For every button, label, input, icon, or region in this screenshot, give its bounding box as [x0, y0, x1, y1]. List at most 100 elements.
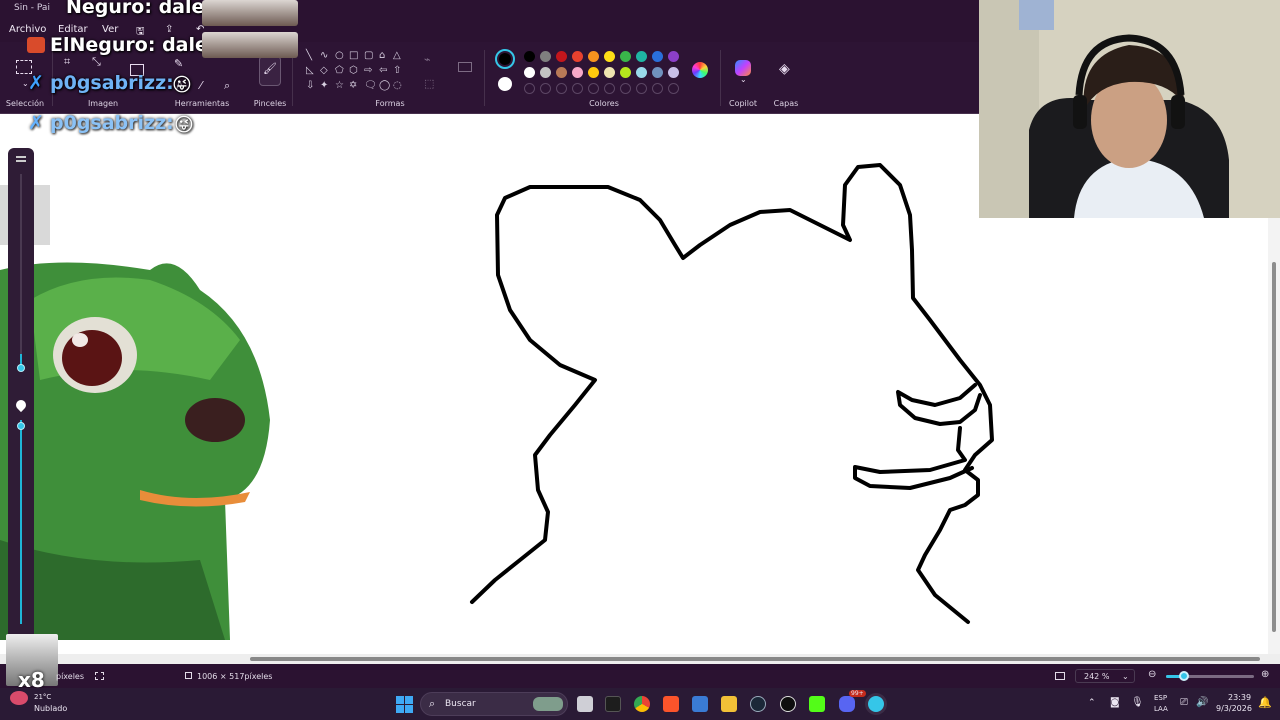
paint-app-icon[interactable]	[868, 696, 884, 712]
rectangle-shape-icon[interactable]: □	[349, 51, 358, 61]
color-swatch[interactable]	[620, 67, 631, 78]
discord-tray-icon[interactable]: ◙	[1110, 697, 1120, 708]
task-view-icon[interactable]	[577, 696, 593, 712]
triangle-shape-icon[interactable]: △	[393, 51, 401, 61]
resize-icon[interactable]: ⤡	[92, 56, 101, 67]
right-triangle-shape-icon[interactable]: ◺	[306, 66, 314, 76]
color-swatch[interactable]	[588, 67, 599, 78]
weather-desc[interactable]: Nublado	[34, 704, 67, 713]
color-swatch[interactable]	[572, 67, 583, 78]
zoom-in-icon[interactable]: ⊕	[1261, 669, 1269, 680]
size-slider-thumb[interactable]	[17, 364, 25, 372]
color-swatch[interactable]	[540, 67, 551, 78]
color-swatch[interactable]	[652, 51, 663, 62]
network-icon[interactable]: ⎚	[1180, 697, 1188, 708]
zoom-slider-thumb[interactable]	[1178, 671, 1189, 681]
horizontal-scroll-thumb[interactable]	[250, 657, 1260, 661]
color-swatch[interactable]	[620, 51, 631, 62]
diamond-shape-icon[interactable]: ◇	[320, 66, 328, 76]
epic-games-icon[interactable]	[605, 696, 621, 712]
rounded-rect-shape-icon[interactable]: ▢	[364, 51, 373, 61]
color-swatch[interactable]	[604, 51, 615, 62]
layers-icon[interactable]: ◈	[779, 62, 790, 76]
star5-shape-icon[interactable]: ☆	[335, 81, 344, 91]
language-bottom[interactable]: LAA	[1154, 705, 1168, 713]
microphone-icon[interactable]: 🎙	[1131, 697, 1144, 708]
menu-archivo[interactable]: Archivo	[9, 24, 46, 35]
color-swatch[interactable]	[556, 67, 567, 78]
color-swatch[interactable]	[524, 51, 535, 62]
fill-icon[interactable]: ⬚	[424, 78, 434, 89]
color-swatch[interactable]	[636, 67, 647, 78]
brush-icon[interactable]: 🖌	[259, 56, 281, 86]
kick-icon[interactable]	[809, 696, 825, 712]
cloud-callout-shape-icon[interactable]: ◌	[393, 81, 402, 91]
custom-color-slot[interactable]	[572, 83, 583, 94]
custom-color-slot[interactable]	[636, 83, 647, 94]
windows-start-icon[interactable]	[396, 696, 413, 713]
line-shape-icon[interactable]: ╲	[306, 51, 312, 61]
edit-colors-icon[interactable]	[692, 62, 708, 78]
chrome-icon[interactable]	[634, 696, 650, 712]
store-icon[interactable]	[692, 696, 708, 712]
polygon-shape-icon[interactable]: ⌂	[379, 51, 385, 61]
vertical-scroll-thumb[interactable]	[1272, 262, 1276, 632]
pentagon-shape-icon[interactable]: ⬠	[335, 66, 344, 76]
size-slider-track[interactable]	[20, 174, 22, 370]
custom-color-slot[interactable]	[540, 83, 551, 94]
zoom-out-icon[interactable]: ⊖	[1148, 669, 1156, 680]
color-swatch[interactable]	[524, 67, 535, 78]
opacity-slider-thumb[interactable]	[17, 422, 25, 430]
file-explorer-icon[interactable]	[721, 696, 737, 712]
color-swatch[interactable]	[636, 51, 647, 62]
color-swatch[interactable]	[556, 51, 567, 62]
arrow-left-shape-icon[interactable]: ⇦	[379, 66, 387, 76]
steam-icon[interactable]	[750, 696, 766, 712]
discord-icon[interactable]	[839, 696, 855, 712]
magnifier-icon[interactable]: ⌕	[224, 80, 230, 91]
weather-temp[interactable]: 21°C	[34, 693, 51, 701]
zoom-dropdown[interactable]: 242 % ⌄	[1075, 669, 1135, 683]
arrow-down-shape-icon[interactable]: ⇩	[306, 81, 314, 91]
brave-icon[interactable]	[663, 696, 679, 712]
arrow-right-shape-icon[interactable]: ⇨	[364, 66, 372, 76]
callout-oval-shape-icon[interactable]: ◯	[379, 81, 390, 91]
zoom-slider-track[interactable]	[1166, 671, 1254, 681]
custom-color-slot[interactable]	[524, 83, 535, 94]
outline-icon[interactable]: ⌁	[424, 54, 431, 65]
vertical-scrollbar[interactable]	[1268, 218, 1280, 656]
chevron-down-icon[interactable]: ⌄	[740, 76, 747, 84]
volume-icon[interactable]: 🔊	[1196, 697, 1208, 708]
stroke-size-icon[interactable]	[458, 62, 472, 72]
custom-color-slot[interactable]	[588, 83, 599, 94]
clock-time[interactable]: 23:39	[1228, 693, 1251, 702]
primary-color-selector[interactable]	[495, 49, 515, 69]
custom-color-slot[interactable]	[620, 83, 631, 94]
color-picker-icon[interactable]: ⁄	[200, 80, 202, 91]
custom-color-slot[interactable]	[556, 83, 567, 94]
taskbar-search[interactable]: ⌕ Buscar	[420, 692, 568, 716]
color-swatch[interactable]	[572, 51, 583, 62]
weather-icon[interactable]	[10, 691, 28, 705]
notifications-bell-icon[interactable]: 🔔	[1258, 696, 1272, 709]
language-top[interactable]: ESP	[1154, 694, 1167, 702]
curve-shape-icon[interactable]: ∿	[320, 51, 328, 61]
horizontal-scrollbar[interactable]	[0, 654, 1280, 664]
callout-rect-shape-icon[interactable]: 🗨	[364, 81, 377, 91]
star6-shape-icon[interactable]: ✡	[349, 81, 357, 91]
crop-icon[interactable]: ⌗	[64, 56, 70, 67]
arrow-up-shape-icon[interactable]: ⇧	[393, 66, 401, 76]
color-swatch[interactable]	[588, 51, 599, 62]
secondary-color-swatch[interactable]	[498, 77, 512, 91]
oval-shape-icon[interactable]: ○	[335, 51, 344, 61]
color-swatch[interactable]	[540, 51, 551, 62]
hexagon-shape-icon[interactable]: ⬡	[349, 66, 358, 76]
color-swatch[interactable]	[668, 67, 679, 78]
clock-date[interactable]: 9/3/2026	[1216, 704, 1252, 713]
custom-color-slot[interactable]	[604, 83, 615, 94]
color-swatch[interactable]	[652, 67, 663, 78]
color-swatch[interactable]	[668, 51, 679, 62]
fit-to-window-icon[interactable]	[1055, 672, 1065, 680]
star4-shape-icon[interactable]: ✦	[320, 81, 328, 91]
pencil-icon[interactable]: ✎	[174, 58, 183, 69]
